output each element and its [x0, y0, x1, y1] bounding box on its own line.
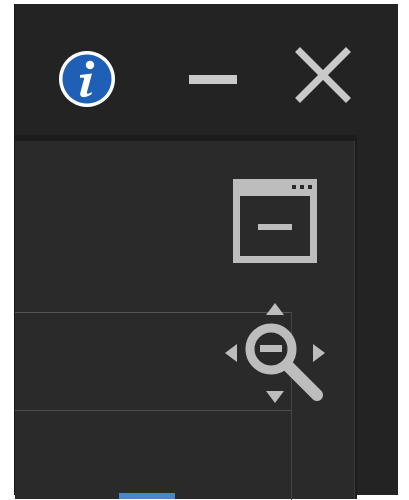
close-icon [295, 47, 351, 103]
zoom-move-button[interactable] [223, 301, 327, 405]
panel-surface [15, 141, 355, 500]
app-window [14, 4, 399, 500]
minimize-button[interactable] [184, 62, 242, 96]
zoom-move-icon [225, 303, 325, 403]
sub-panel-divider [15, 410, 291, 411]
minimize-icon [189, 75, 237, 84]
close-button[interactable] [292, 44, 354, 106]
info-icon [59, 51, 115, 107]
info-button[interactable] [56, 48, 118, 110]
content-panel [15, 135, 357, 500]
minimize-window-button[interactable] [230, 176, 320, 266]
selected-item-indicator [119, 493, 175, 499]
screen-edge [398, 0, 409, 495]
minimize-window-icon [233, 179, 317, 263]
screenshot-canvas [0, 0, 409, 500]
